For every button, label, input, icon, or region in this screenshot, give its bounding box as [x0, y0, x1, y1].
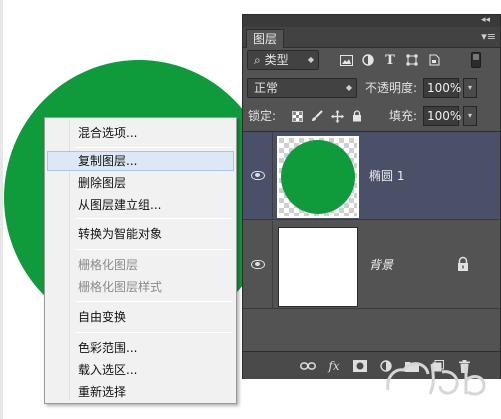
panel-menu-icon[interactable]: ▾≡ [481, 30, 496, 44]
menu-item-blending-options[interactable]: 混合选项... [47, 123, 234, 143]
menu-separator [75, 301, 232, 302]
menu-separator [75, 332, 232, 333]
menu-item-rasterize-layer: 栅格化图层 [78, 258, 139, 272]
fill-input[interactable]: 100% [423, 106, 461, 126]
baidu-watermark-logo [386, 362, 486, 396]
shape-filter-icon[interactable] [401, 50, 423, 70]
add-mask-icon[interactable] [347, 356, 373, 376]
opacity-label: 不透明度: [365, 81, 418, 95]
eye-icon [250, 260, 265, 269]
image-filter-icon[interactable] [335, 50, 357, 70]
menu-separator [75, 218, 232, 219]
layer-context-menu: 混合选项... 复制图层... 删除图层 从图层建立组... 转换为智能对象 栅… [44, 117, 237, 404]
menu-item-reselect[interactable]: 重新选择 [47, 382, 234, 402]
menu-separator [75, 147, 232, 148]
menu-item-duplicate-layer[interactable]: 复制图层... [47, 151, 234, 171]
layer-row-ellipse[interactable]: 椭圆 1 [243, 132, 500, 220]
eye-icon [250, 171, 265, 180]
lock-icons [287, 106, 367, 126]
type-filter-icon[interactable]: T [379, 50, 401, 70]
lock-label: 锁定: [248, 109, 277, 123]
canvas-left-edge [0, 0, 3, 419]
panel-title-bar: ◂◂ [243, 15, 500, 27]
double-chevron-left-icon[interactable]: ◂◂ [481, 15, 490, 26]
menu-item-delete-layer[interactable]: 删除图层 [47, 173, 234, 193]
thumbnail-circle [281, 140, 355, 214]
tab-layers[interactable]: 图层 [246, 29, 285, 48]
menu-separator [75, 249, 232, 250]
menu-item-load-selection[interactable]: 载入选区... [47, 360, 234, 380]
fill-label: 填充: [389, 109, 418, 123]
chevron-updown-icon: ◆ [345, 83, 352, 92]
layer-name[interactable]: 椭圆 1 [369, 132, 404, 220]
layer-row-background[interactable]: 背景 [243, 221, 500, 309]
fx-icon[interactable]: fx [321, 356, 347, 376]
lock-icon [458, 256, 468, 271]
lock-all-icon[interactable] [347, 106, 367, 126]
layer-thumbnail [278, 227, 358, 307]
menu-item-convert-smart-object[interactable]: 转换为智能对象 [47, 224, 234, 244]
filter-icons: T [335, 50, 445, 70]
blend-mode-dropdown[interactable]: 正常 ◆ [247, 78, 357, 98]
smart-object-filter-icon[interactable] [423, 50, 445, 70]
layer-thumbnail [277, 136, 359, 218]
menu-item-free-transform[interactable]: 自由变换 [47, 307, 234, 327]
opacity-input[interactable]: 100% [423, 78, 461, 98]
layer-name[interactable]: 背景 [369, 221, 393, 309]
lock-transparent-icon[interactable] [287, 106, 307, 126]
opacity-slider-toggle[interactable]: ▾ [463, 78, 477, 98]
layers-list: 椭圆 1 背景 [243, 131, 500, 350]
menu-item-color-range[interactable]: 色彩范围... [47, 338, 234, 358]
blend-mode-value: 正常 [254, 81, 279, 95]
adjustment-filter-icon[interactable] [357, 50, 379, 70]
filter-toggle-switch[interactable] [471, 52, 481, 68]
chevron-updown-icon: ◆ [307, 55, 314, 64]
visibility-toggle[interactable] [243, 132, 273, 219]
panel-tabs: 图层 ▾≡ [243, 27, 500, 48]
menu-item-group-from-layers[interactable]: 从图层建立组... [47, 195, 234, 215]
link-layers-icon[interactable] [295, 356, 321, 376]
lock-position-icon[interactable] [327, 106, 347, 126]
visibility-toggle[interactable] [243, 221, 273, 308]
lock-paint-icon[interactable] [307, 106, 327, 126]
fill-slider-toggle[interactable]: ▾ [463, 106, 477, 126]
menu-item-rasterize-layer-style: 栅格化图层样式 [78, 280, 163, 294]
filter-kind-dropdown[interactable]: ⌕ 类型 ◆ [247, 50, 319, 70]
filter-kind-value: 类型 [264, 53, 289, 67]
search-icon: ⌕ [254, 53, 261, 67]
layers-panel: ◂◂ 图层 ▾≡ ⌕ 类型 ◆ T 正常 ◆ 不透明度: 100% ▾ 锁定: [242, 14, 501, 379]
